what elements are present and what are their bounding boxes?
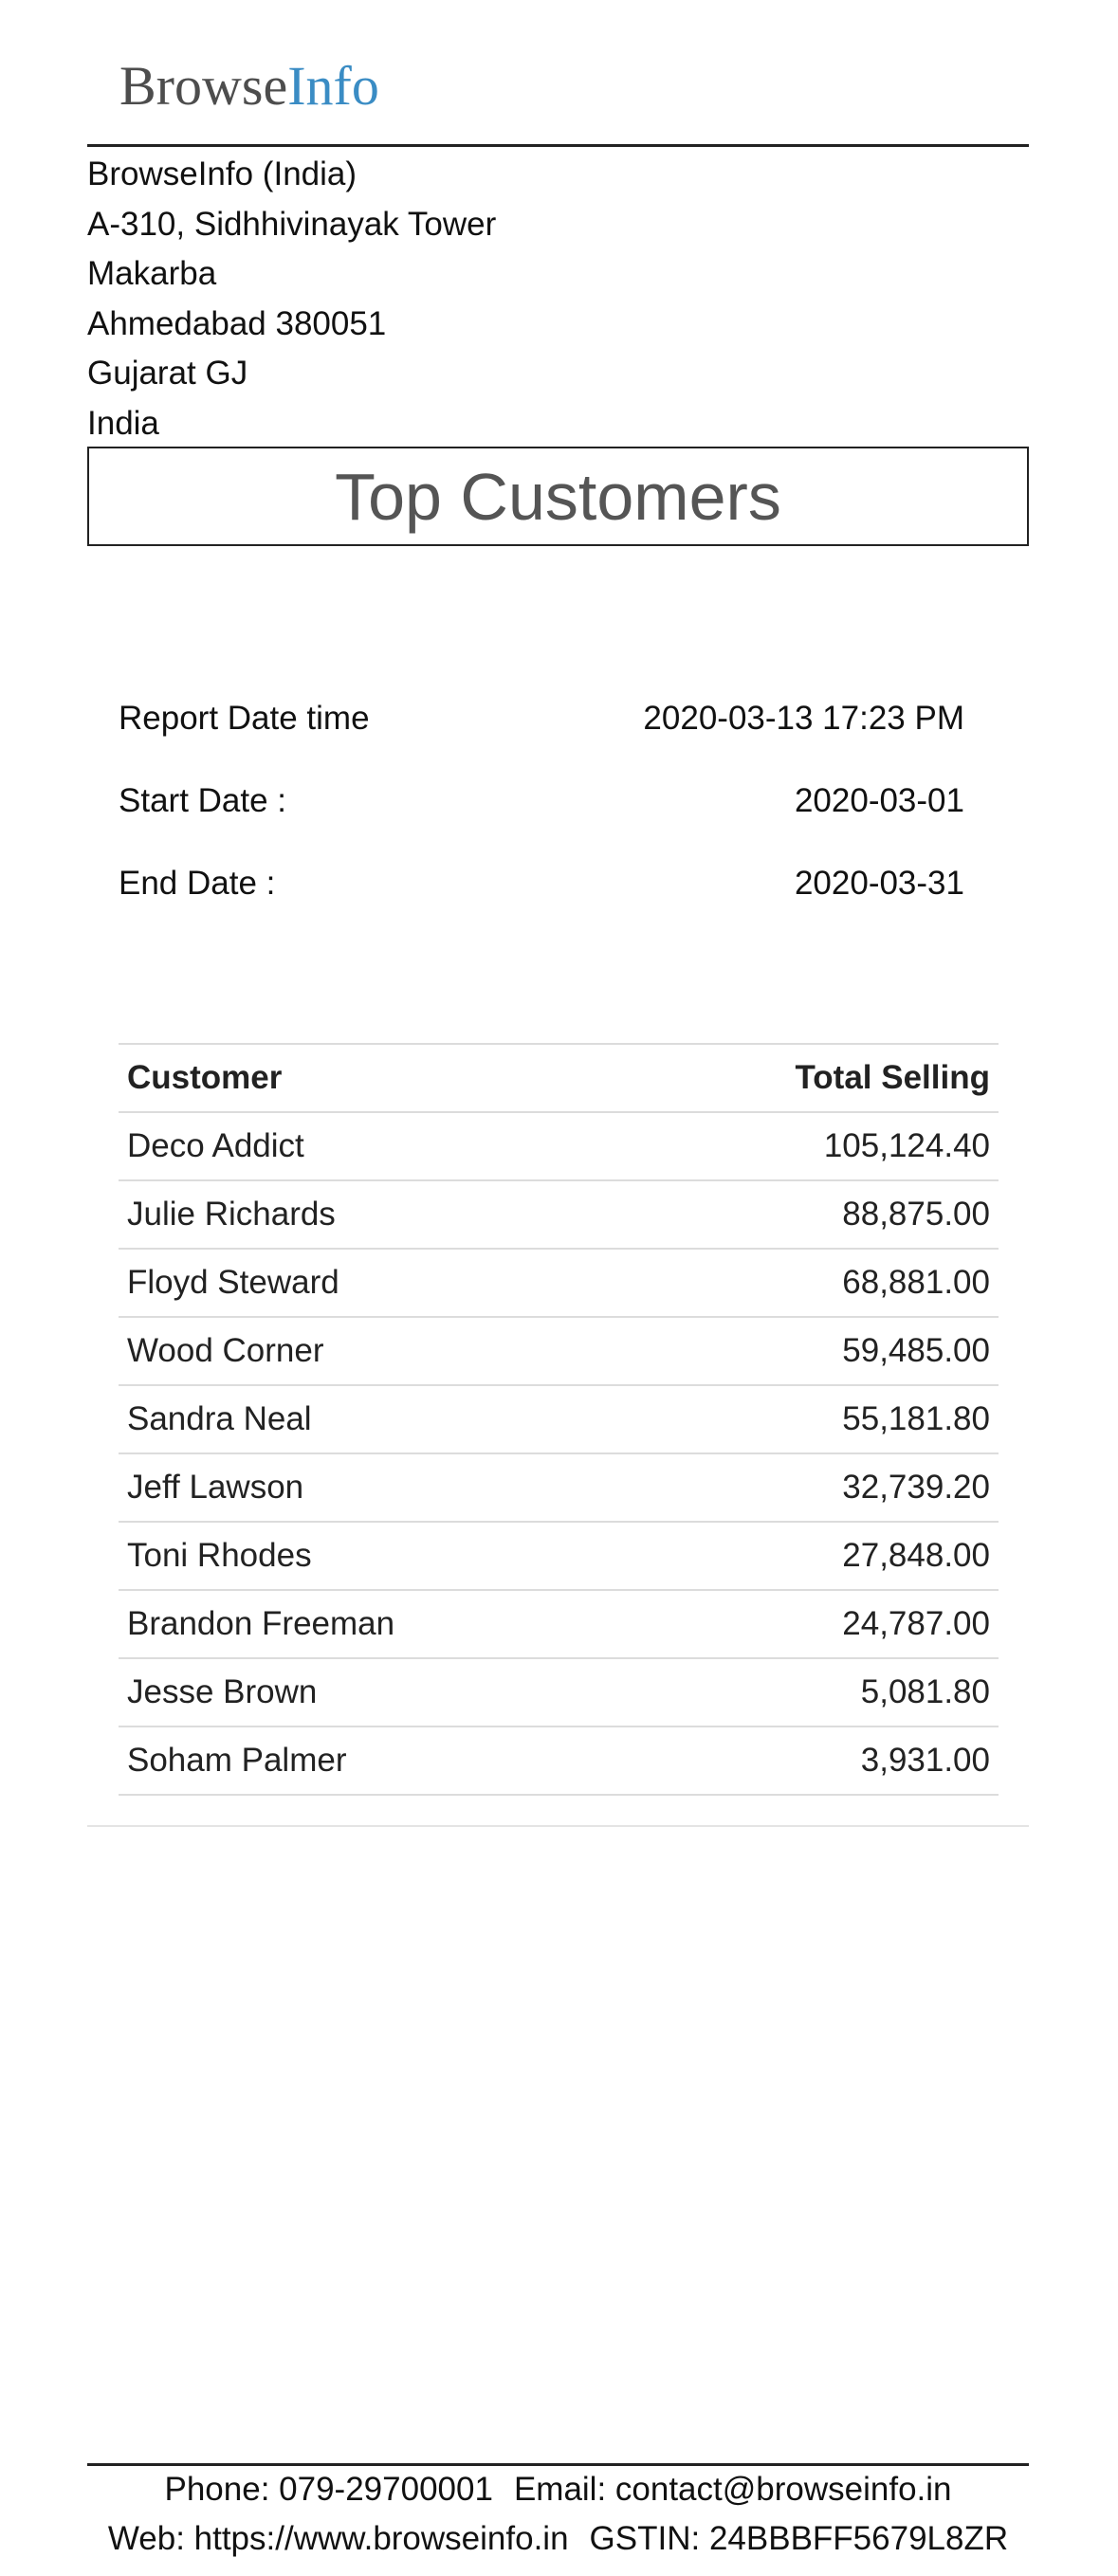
total-selling-cell: 55,181.80: [622, 1384, 999, 1453]
page-footer: Phone: 079-29700001 Email: contact@browse…: [87, 2465, 1029, 2564]
footer-line-contact: Phone: 079-29700001 Email: contact@browse…: [87, 2465, 1029, 2514]
company-address: BrowseInfo (India) A-310, Sidhhivinayak …: [87, 150, 751, 448]
customer-name-cell: Deco Addict: [119, 1111, 623, 1180]
table-row: Deco Addict 105,124.40: [119, 1111, 999, 1180]
table-row: Sandra Neal 55,181.80: [119, 1384, 999, 1453]
address-line-country: India: [87, 404, 159, 442]
report-title: Top Customers: [335, 459, 781, 534]
total-selling-cell: 24,787.00: [622, 1589, 999, 1658]
address-line-city: Ahmedabad 380051: [87, 304, 387, 342]
address-line-street: A-310, Sidhhivinayak Tower: [87, 205, 497, 243]
footer-email: Email: contact@browseinfo.in: [513, 2471, 952, 2508]
table-row: Wood Corner 59,485.00: [119, 1316, 999, 1385]
footer-web: Web: https://www.browseinfo.in: [107, 2520, 569, 2557]
meta-label: Start Date :: [119, 782, 287, 819]
customer-name-cell: Toni Rhodes: [119, 1521, 623, 1590]
meta-value: 2020-03-01: [794, 782, 964, 819]
footer-gstin: GSTIN: 24BBBFF5679L8ZR: [589, 2520, 1009, 2557]
total-selling-cell: 105,124.40: [622, 1111, 999, 1180]
logo-text-browse: Browse: [119, 55, 288, 117]
total-selling-cell: 59,485.00: [622, 1316, 999, 1385]
customer-name-cell: Brandon Freeman: [119, 1589, 623, 1658]
customer-name-cell: Jeff Lawson: [119, 1452, 623, 1522]
table-row: Floyd Steward 68,881.00: [119, 1248, 999, 1317]
customer-name-cell: Floyd Steward: [119, 1248, 623, 1317]
report-meta: Report Date time 2020-03-13 17:23 PM Sta…: [119, 692, 964, 940]
header-divider: [87, 144, 1029, 147]
meta-label: End Date :: [119, 865, 276, 902]
meta-value: 2020-03-13 17:23 PM: [643, 700, 964, 737]
content-end-divider: [87, 1825, 1029, 1827]
total-selling-cell: 88,875.00: [622, 1179, 999, 1249]
column-header-customer: Customer: [119, 1043, 623, 1112]
footer-phone: Phone: 079-29700001: [164, 2471, 493, 2508]
address-line-company-name: BrowseInfo (India): [87, 155, 357, 192]
company-logo: BrowseInfo: [119, 53, 379, 119]
customer-name-cell: Wood Corner: [119, 1316, 623, 1385]
table-row: Jesse Brown 5,081.80: [119, 1657, 999, 1726]
customer-name-cell: Sandra Neal: [119, 1384, 623, 1453]
table-row: Toni Rhodes 27,848.00: [119, 1521, 999, 1590]
table-row: Soham Palmer 3,931.00: [119, 1726, 999, 1796]
table-row: Julie Richards 88,875.00: [119, 1179, 999, 1249]
customer-name-cell: Julie Richards: [119, 1179, 623, 1249]
total-selling-cell: 3,931.00: [622, 1726, 999, 1796]
meta-row-end-date: End Date : 2020-03-31: [119, 857, 964, 940]
total-selling-cell: 32,739.20: [622, 1452, 999, 1522]
meta-row-start-date: Start Date : 2020-03-01: [119, 775, 964, 857]
customer-name-cell: Soham Palmer: [119, 1726, 623, 1796]
footer-line-web: Web: https://www.browseinfo.in GSTIN: 24B…: [87, 2514, 1029, 2564]
customer-name-cell: Jesse Brown: [119, 1657, 623, 1726]
top-customers-table: Customer Total Selling Deco Addict 105,1…: [119, 1043, 999, 1796]
meta-value: 2020-03-31: [794, 865, 964, 902]
total-selling-cell: 27,848.00: [622, 1521, 999, 1590]
report-title-box: Top Customers: [87, 447, 1029, 546]
address-line-area: Makarba: [87, 255, 217, 292]
total-selling-cell: 68,881.00: [622, 1248, 999, 1317]
table-row: Brandon Freeman 24,787.00: [119, 1589, 999, 1658]
total-selling-cell: 5,081.80: [622, 1657, 999, 1726]
address-line-state: Gujarat GJ: [87, 355, 248, 392]
table-row: Jeff Lawson 32,739.20: [119, 1452, 999, 1522]
table-header-row: Customer Total Selling: [119, 1043, 999, 1112]
logo-text-info: Info: [287, 55, 379, 117]
meta-label: Report Date time: [119, 700, 370, 737]
meta-row-report-datetime: Report Date time 2020-03-13 17:23 PM: [119, 692, 964, 775]
column-header-total-selling: Total Selling: [622, 1043, 999, 1112]
